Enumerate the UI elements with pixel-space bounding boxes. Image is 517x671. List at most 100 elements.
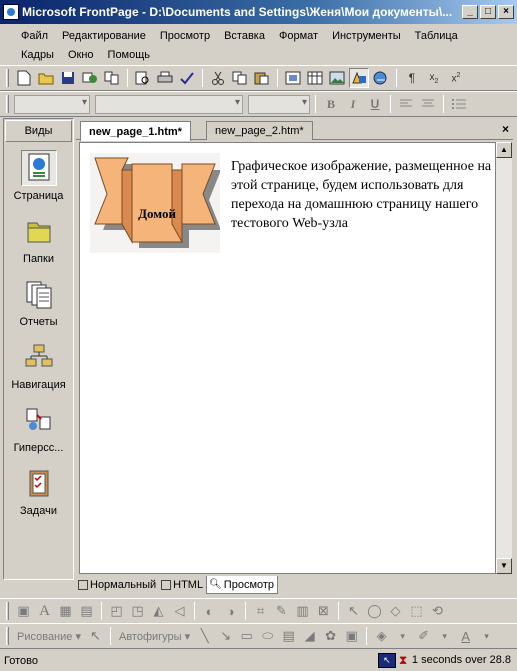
- save-icon[interactable]: [58, 68, 78, 88]
- open-folder-icon[interactable]: [36, 68, 56, 88]
- arrow-icon[interactable]: ↘: [216, 626, 235, 646]
- fill-color-icon[interactable]: ◈: [372, 626, 391, 646]
- draw-menu-button[interactable]: Рисование ▾: [14, 630, 84, 643]
- menu-help[interactable]: Помощь: [101, 49, 158, 61]
- spelling-icon[interactable]: [177, 68, 197, 88]
- menu-view[interactable]: Просмотр: [153, 30, 217, 42]
- view-reports[interactable]: Отчеты: [4, 269, 73, 332]
- minimize-button[interactable]: _: [462, 5, 478, 19]
- home-button-image[interactable]: Домой: [90, 153, 221, 253]
- view-tasks[interactable]: Задачи: [4, 458, 73, 521]
- style-combo[interactable]: [14, 94, 90, 114]
- menu-window[interactable]: Окно: [61, 49, 101, 61]
- line-color-dropdown[interactable]: ▾: [435, 626, 454, 646]
- tab-new-page-2[interactable]: new_page_2.htm*: [206, 121, 313, 140]
- text-box-icon[interactable]: ▤: [279, 626, 298, 646]
- close-button[interactable]: ×: [498, 5, 514, 19]
- insert-component-icon[interactable]: [283, 68, 303, 88]
- toolbar-grip[interactable]: [6, 69, 9, 87]
- scroll-up-arrow[interactable]: ▲: [496, 142, 512, 158]
- select-arrow-icon[interactable]: ↖: [344, 601, 363, 621]
- font-color-dropdown[interactable]: ▾: [477, 626, 496, 646]
- menu-file[interactable]: Файл: [14, 30, 55, 42]
- vertical-scrollbar[interactable]: ▲ ▼: [496, 142, 512, 574]
- hotspot-polygon-icon[interactable]: ◇: [386, 601, 405, 621]
- close-document-icon[interactable]: ×: [502, 122, 509, 136]
- align-left-icon[interactable]: [396, 94, 416, 114]
- print-icon[interactable]: [155, 68, 175, 88]
- align-center-icon[interactable]: [418, 94, 438, 114]
- rectangle-icon[interactable]: ▭: [237, 626, 256, 646]
- bullets-icon[interactable]: [449, 94, 469, 114]
- view-navigation[interactable]: Навигация: [4, 332, 73, 395]
- paste-icon[interactable]: [252, 68, 272, 88]
- tab-new-page-1[interactable]: new_page_1.htm*: [80, 121, 191, 141]
- auto-thumbnail-icon[interactable]: ▦: [56, 601, 75, 621]
- underline-icon[interactable]: U: [365, 94, 385, 114]
- italic-icon[interactable]: I: [343, 94, 363, 114]
- crop-icon[interactable]: ⌗: [251, 601, 270, 621]
- new-page-icon[interactable]: [14, 68, 34, 88]
- cut-icon[interactable]: [208, 68, 228, 88]
- bevel-icon[interactable]: ⊠: [314, 601, 333, 621]
- insert-picture-from-file-icon[interactable]: ▣: [14, 601, 33, 621]
- position-absolute-icon[interactable]: ▤: [77, 601, 96, 621]
- toolbar-grip[interactable]: [6, 602, 9, 620]
- print-preview-icon[interactable]: [133, 68, 153, 88]
- flip-horizontal-icon[interactable]: ◐: [200, 601, 219, 621]
- set-transparent-color-icon[interactable]: ✎: [272, 601, 291, 621]
- scroll-down-arrow[interactable]: ▼: [496, 558, 512, 574]
- hyperlink-icon[interactable]: [371, 68, 391, 88]
- hotspot-oval-icon[interactable]: ◯: [365, 601, 384, 621]
- show-all-icon[interactable]: ¶: [402, 68, 422, 88]
- copy-icon[interactable]: [230, 68, 250, 88]
- toolbar-grip[interactable]: [6, 627, 9, 645]
- oval-icon[interactable]: ⬭: [258, 626, 277, 646]
- insert-table-icon[interactable]: [305, 68, 325, 88]
- text-on-picture-icon[interactable]: A: [35, 601, 54, 621]
- rotate-left-icon[interactable]: ◭: [149, 601, 168, 621]
- line-icon[interactable]: ╲: [195, 626, 214, 646]
- menu-frames[interactable]: Кадры: [14, 49, 61, 61]
- fill-color-dropdown[interactable]: ▾: [393, 626, 412, 646]
- folder-list-icon[interactable]: [102, 68, 122, 88]
- clip-art-icon[interactable]: ✿: [321, 626, 340, 646]
- bring-forward-icon[interactable]: ◰: [107, 601, 126, 621]
- menu-format[interactable]: Формат: [272, 30, 325, 42]
- flip-vertical-icon[interactable]: ◑: [221, 601, 240, 621]
- tab-preview[interactable]: 🔍︎ Просмотр: [206, 576, 279, 594]
- subscript-icon[interactable]: x2: [424, 68, 444, 88]
- page-canvas[interactable]: Домой Графическое изображение, размещенн…: [79, 142, 496, 574]
- restore-picture-icon[interactable]: ⟲: [428, 601, 447, 621]
- editor-pane: new_page_1.htm* new_page_2.htm* × Домой …: [76, 118, 513, 596]
- maximize-button[interactable]: □: [480, 5, 496, 19]
- highlight-hotspots-icon[interactable]: ⬚: [407, 601, 426, 621]
- select-objects-icon[interactable]: ↖: [86, 626, 105, 646]
- font-color-icon[interactable]: A: [456, 626, 475, 646]
- font-combo[interactable]: [95, 94, 243, 114]
- autoshapes-menu-button[interactable]: Автофигуры ▾: [116, 630, 193, 643]
- line-color-icon[interactable]: ✐: [414, 626, 433, 646]
- drawing-toggle-icon[interactable]: [349, 68, 369, 88]
- insert-picture-icon[interactable]: [327, 68, 347, 88]
- insert-picture-icon-2[interactable]: ▣: [342, 626, 361, 646]
- color-icon[interactable]: ▥: [293, 601, 312, 621]
- toolbar-grip[interactable]: [6, 95, 9, 113]
- tab-html[interactable]: HTML: [159, 576, 206, 594]
- bold-icon[interactable]: B: [321, 94, 341, 114]
- rotate-right-icon[interactable]: ◁: [170, 601, 189, 621]
- superscript-icon[interactable]: x2: [446, 68, 466, 88]
- menu-tools[interactable]: Инструменты: [325, 30, 408, 42]
- font-size-combo[interactable]: [248, 94, 310, 114]
- menu-insert[interactable]: Вставка: [217, 30, 272, 42]
- menu-table[interactable]: Таблица: [408, 30, 465, 42]
- view-folders[interactable]: Папки: [4, 206, 73, 269]
- view-page[interactable]: Страница: [4, 143, 73, 206]
- publish-icon[interactable]: [80, 68, 100, 88]
- page-body-text[interactable]: Графическое изображение, размещенное на …: [231, 157, 493, 233]
- view-hyperlinks[interactable]: Гиперсс...: [4, 395, 73, 458]
- wordart-icon[interactable]: ◢: [300, 626, 319, 646]
- send-backward-icon[interactable]: ◳: [128, 601, 147, 621]
- tab-normal[interactable]: Нормальный: [76, 576, 159, 594]
- menu-edit[interactable]: Редактирование: [55, 30, 153, 42]
